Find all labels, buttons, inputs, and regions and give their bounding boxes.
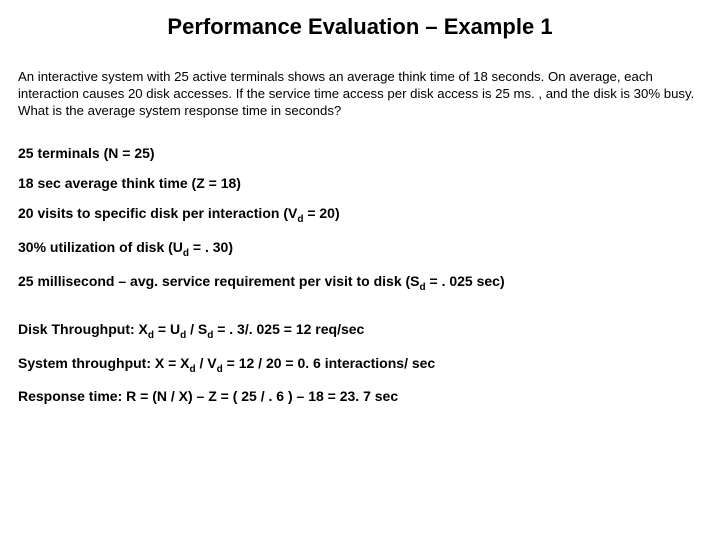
given-utilization: 30% utilization of disk (Ud = . 30): [18, 239, 702, 259]
slide-title: Performance Evaluation – Example 1: [18, 14, 702, 40]
text-part: 30% utilization of disk (U: [18, 239, 183, 255]
spacer: [18, 307, 702, 321]
text-part: Disk Throughput: X: [18, 321, 148, 337]
calc-response-time: Response time: R = (N / X) – Z = ( 25 / …: [18, 388, 702, 404]
given-service-time: 25 millisecond – avg. service requiremen…: [18, 273, 702, 293]
problem-statement: An interactive system with 25 active ter…: [18, 68, 702, 119]
slide: Performance Evaluation – Example 1 An in…: [0, 0, 720, 436]
text-part: = 20): [303, 205, 339, 221]
text-part: 25 millisecond – avg. service requiremen…: [18, 273, 420, 289]
calc-system-throughput: System throughput: X = Xd / Vd = 12 / 20…: [18, 355, 702, 375]
given-terminals: 25 terminals (N = 25): [18, 145, 702, 161]
text-part: System throughput: X = X: [18, 355, 190, 371]
calc-disk-throughput: Disk Throughput: Xd = Ud / Sd = . 3/. 02…: [18, 321, 702, 341]
text-part: = 12 / 20 = 0. 6 interactions/ sec: [223, 355, 435, 371]
text-part: / V: [196, 355, 217, 371]
given-think-time: 18 sec average think time (Z = 18): [18, 175, 702, 191]
text-part: = . 025 sec): [426, 273, 505, 289]
given-visits: 20 visits to specific disk per interacti…: [18, 205, 702, 225]
text-part: / S: [186, 321, 207, 337]
text-part: = . 30): [189, 239, 233, 255]
text-part: = U: [154, 321, 180, 337]
text-part: = . 3/. 025 = 12 req/sec: [213, 321, 364, 337]
text-part: 20 visits to specific disk per interacti…: [18, 205, 297, 221]
